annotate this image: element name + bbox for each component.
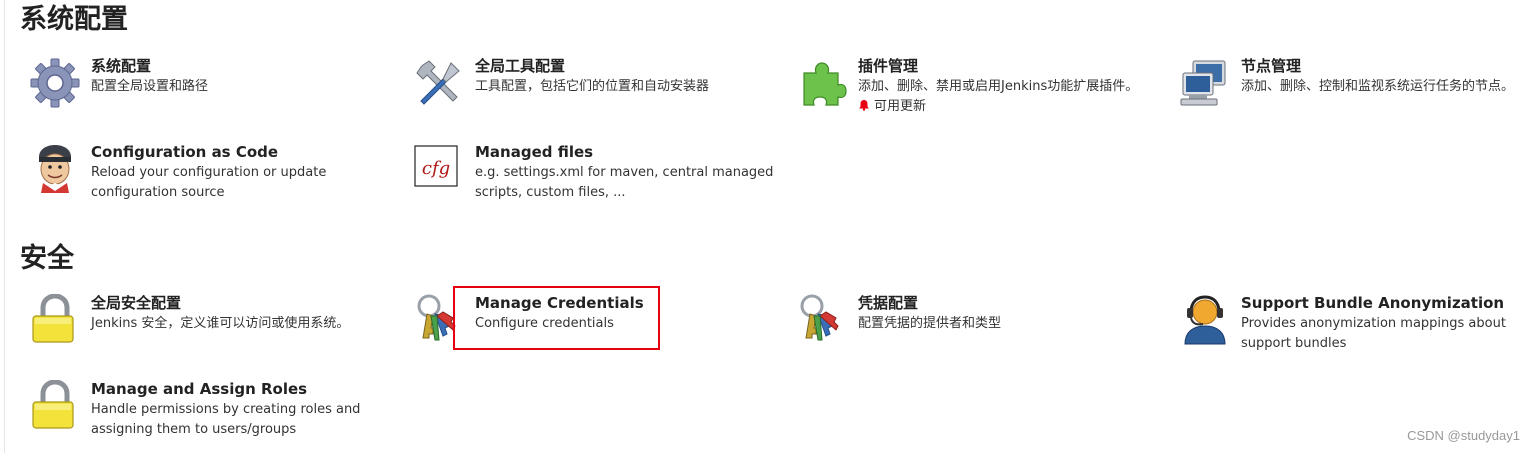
cfg-file-icon: cfg <box>413 143 465 195</box>
section-title-system: 系统配置 <box>20 4 128 35</box>
puzzle-icon <box>796 57 848 109</box>
item-description: Handle permissions by creating roles and… <box>91 402 361 437</box>
left-divider <box>4 0 5 453</box>
item-title: 插件管理 <box>858 57 919 75</box>
keys-icon <box>796 294 848 346</box>
item-node-manager[interactable]: 节点管理 添加、删除、控制和监视系统运行任务的节点。 <box>1179 55 1536 135</box>
item-description: e.g. settings.xml for maven, central man… <box>475 165 774 200</box>
manage-jenkins-page: 系统配置 系统配置 配置全局设置和路径 全局工具配置 工具配置，包括它们的位置和… <box>0 0 1536 453</box>
item-manage-assign-roles[interactable]: Manage and Assign Roles Handle permissio… <box>29 378 389 453</box>
jenkins-butler-icon <box>29 143 81 195</box>
bell-icon <box>858 98 870 111</box>
lock-icon <box>29 294 81 346</box>
item-title: 全局工具配置 <box>475 57 566 75</box>
item-support-bundle-anonymization[interactable]: Support Bundle Anonymization Provides an… <box>1179 292 1536 372</box>
item-managed-files[interactable]: cfg Managed files e.g. settings.xml for … <box>413 141 773 221</box>
item-description: 添加、删除、禁用或启用Jenkins功能扩展插件。 <box>858 79 1139 94</box>
updates-available-label: 可用更新 <box>874 99 927 114</box>
item-global-security[interactable]: 全局安全配置 Jenkins 安全，定义谁可以访问或使用系统。 <box>29 292 389 372</box>
item-description: 配置全局设置和路径 <box>91 79 209 94</box>
item-description: 工具配置，包括它们的位置和自动安装器 <box>475 79 710 94</box>
item-description: Provides anonymization mappings about su… <box>1241 316 1506 351</box>
support-agent-icon <box>1179 294 1231 346</box>
watermark: CSDN @studyday1 <box>1407 428 1520 443</box>
lock-icon <box>29 380 81 432</box>
item-title: Managed files <box>475 143 594 161</box>
item-title: 凭据配置 <box>858 294 919 312</box>
item-title: 系统配置 <box>91 57 152 75</box>
item-title: Configuration as Code <box>91 143 279 161</box>
item-title: 节点管理 <box>1241 57 1302 75</box>
updates-available-link[interactable]: 可用更新 <box>858 97 1158 117</box>
item-global-tool-config[interactable]: 全局工具配置 工具配置，包括它们的位置和自动安装器 <box>413 55 773 135</box>
tools-icon <box>413 57 465 109</box>
item-description: Jenkins 安全，定义谁可以访问或使用系统。 <box>91 316 350 331</box>
section-title-security: 安全 <box>20 243 74 274</box>
item-title: Support Bundle Anonymization <box>1241 294 1505 312</box>
item-system-config[interactable]: 系统配置 配置全局设置和路径 <box>29 55 389 135</box>
item-credential-providers[interactable]: 凭据配置 配置凭据的提供者和类型 <box>796 292 1156 372</box>
gear-icon <box>29 57 81 109</box>
svg-text:cfg: cfg <box>422 158 450 179</box>
item-description: Reload your configuration or update conf… <box>91 165 327 200</box>
item-configuration-as-code[interactable]: Configuration as Code Reload your config… <box>29 141 389 221</box>
highlight-box <box>453 286 660 350</box>
item-description: 添加、删除、控制和监视系统运行任务的节点。 <box>1241 79 1515 94</box>
item-title: 全局安全配置 <box>91 294 182 312</box>
item-description: 配置凭据的提供者和类型 <box>858 316 1002 331</box>
computer-icon <box>1179 57 1231 109</box>
item-title: Manage and Assign Roles <box>91 380 308 398</box>
item-plugin-manager[interactable]: 插件管理 添加、删除、禁用或启用Jenkins功能扩展插件。 可用更新 <box>796 55 1156 135</box>
